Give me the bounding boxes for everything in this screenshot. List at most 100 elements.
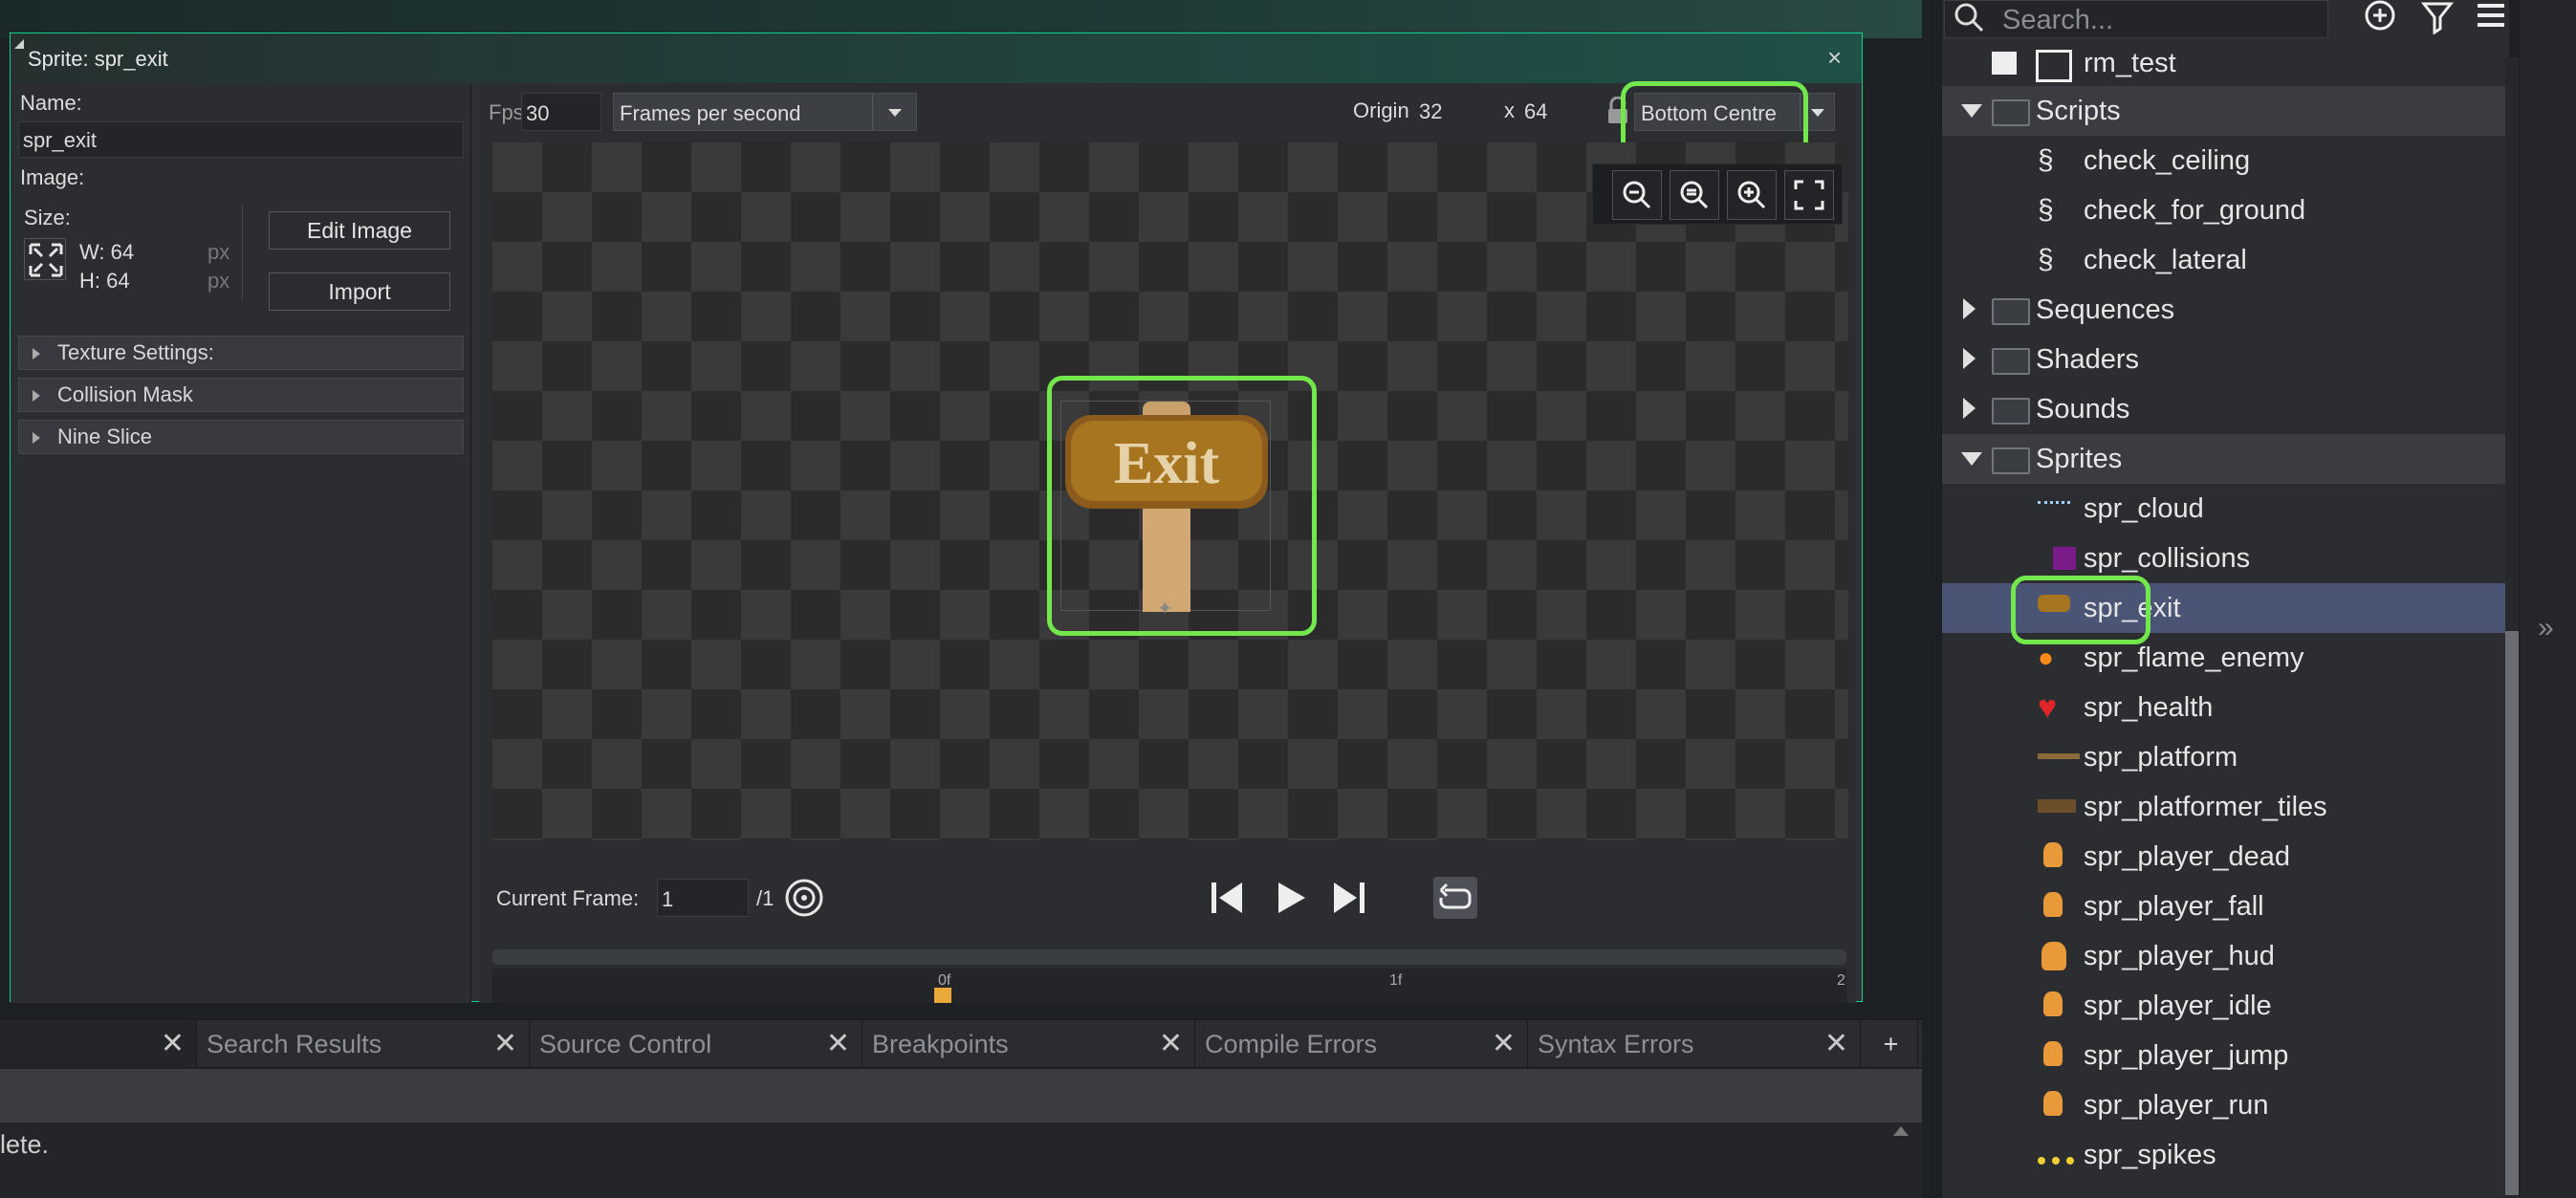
search-icon bbox=[1953, 1, 1985, 38]
first-frame-icon[interactable] bbox=[1208, 879, 1246, 917]
name-value: spr_exit bbox=[23, 128, 98, 152]
origin-label: Origin bbox=[1353, 98, 1409, 122]
close-icon[interactable]: ✕ bbox=[826, 1020, 850, 1068]
asset-spr-platform[interactable]: spr_platform bbox=[1942, 732, 2506, 782]
add-icon[interactable] bbox=[2363, 0, 2397, 39]
sprite-canvas[interactable]: Exit ✦ bbox=[492, 142, 1848, 840]
player-sprite-icon bbox=[2041, 942, 2066, 970]
asset-rm-test[interactable]: rm_test bbox=[1942, 38, 2506, 88]
tab-breakpoints[interactable]: Breakpoints ✕ bbox=[862, 1020, 1195, 1068]
asset-spr-spikes[interactable]: spr_spikes bbox=[1942, 1130, 2506, 1180]
output-console: lete. bbox=[0, 1122, 1922, 1198]
zoom-reset-icon[interactable] bbox=[1670, 170, 1719, 220]
edit-image-button[interactable]: Edit Image bbox=[269, 211, 450, 250]
asset-spr-player-idle[interactable]: spr_player_idle bbox=[1942, 981, 2506, 1031]
asset-spr-player-fall[interactable]: spr_player_fall bbox=[1942, 882, 2506, 931]
current-frame-value: 1 bbox=[662, 887, 674, 911]
zoom-out-icon[interactable] bbox=[1612, 170, 1662, 220]
close-icon[interactable]: ✕ bbox=[161, 1020, 185, 1068]
asset-spr-player-run[interactable]: spr_player_run bbox=[1942, 1080, 2506, 1130]
script-icon: § bbox=[2038, 194, 2054, 226]
tab-label: Compile Errors bbox=[1205, 1030, 1378, 1058]
asset-label: spr_health bbox=[2084, 692, 2214, 723]
grid-icon bbox=[2036, 50, 2072, 82]
player-sprite-icon bbox=[2043, 1041, 2063, 1066]
player-sprite-icon bbox=[2043, 991, 2063, 1016]
collision-mask-section[interactable]: Collision Mask bbox=[18, 378, 464, 412]
origin-y-label: x bbox=[1504, 98, 1515, 122]
tab-source-control[interactable]: Source Control ✕ bbox=[530, 1020, 862, 1068]
onion-skin-icon[interactable] bbox=[783, 877, 825, 919]
tab-syntax-errors[interactable]: Syntax Errors ✕ bbox=[1528, 1020, 1861, 1068]
asset-label: spr_spikes bbox=[2084, 1140, 2216, 1170]
nine-slice-section[interactable]: Nine Slice bbox=[18, 420, 464, 454]
timeline-scrubber[interactable] bbox=[492, 949, 1846, 965]
tab-label: Source Control bbox=[539, 1030, 712, 1058]
menu-icon[interactable] bbox=[2474, 0, 2508, 39]
play-icon[interactable] bbox=[1271, 879, 1309, 917]
scroll-up-icon[interactable] bbox=[1893, 1126, 1909, 1136]
asset-spr-cloud[interactable]: spr_cloud bbox=[1942, 484, 2506, 534]
import-button[interactable]: Import bbox=[269, 272, 450, 311]
asset-spr-platformer-tiles[interactable]: spr_platformer_tiles bbox=[1942, 782, 2506, 832]
last-frame-icon[interactable] bbox=[1330, 879, 1368, 917]
asset-spr-player-dead[interactable]: spr_player_dead bbox=[1942, 832, 2506, 882]
expand-icon bbox=[33, 432, 40, 444]
folder-sprites[interactable]: Sprites bbox=[1942, 434, 2506, 484]
asset-label: check_lateral bbox=[2084, 245, 2247, 275]
chevron-down-icon bbox=[1961, 452, 1982, 466]
scrollbar-thumb[interactable] bbox=[2505, 631, 2519, 1195]
fit-screen-icon[interactable] bbox=[1784, 170, 1834, 220]
origin-x-input[interactable]: 32 bbox=[1418, 93, 1495, 131]
origin-y-input[interactable]: 64 bbox=[1523, 93, 1600, 131]
folder-sounds[interactable]: Sounds bbox=[1942, 384, 2506, 434]
asset-check-for-ground[interactable]: § check_for_ground bbox=[1942, 185, 2506, 235]
expand-panel-icon[interactable]: » bbox=[2538, 612, 2554, 644]
asset-check-ceiling[interactable]: § check_ceiling bbox=[1942, 136, 2506, 185]
folder-icon bbox=[1992, 398, 2030, 425]
texture-settings-section[interactable]: Texture Settings: bbox=[18, 336, 464, 370]
collapsed-side-panel: » bbox=[2521, 0, 2576, 1198]
asset-spr-player-jump[interactable]: spr_player_jump bbox=[1942, 1031, 2506, 1080]
asset-spr-player-hud[interactable]: spr_player_hud bbox=[1942, 931, 2506, 981]
tab-output[interactable]: ✕ bbox=[0, 1020, 197, 1068]
height-unit: px bbox=[207, 269, 230, 293]
fps-mode-dropdown[interactable]: Frames per second bbox=[613, 93, 917, 131]
folder-icon bbox=[1992, 99, 2030, 126]
close-icon[interactable]: × bbox=[1827, 43, 1842, 73]
tab-compile-errors[interactable]: Compile Errors ✕ bbox=[1195, 1020, 1528, 1068]
close-icon[interactable]: ✕ bbox=[1824, 1020, 1848, 1068]
asset-spr-health[interactable]: ♥ spr_health bbox=[1942, 683, 2506, 732]
zoom-toolbar bbox=[1592, 163, 1843, 225]
asset-label: spr_player_jump bbox=[2084, 1040, 2289, 1071]
zoom-in-icon[interactable] bbox=[1727, 170, 1777, 220]
output-toolbar bbox=[0, 1069, 1922, 1122]
timeline-track[interactable]: 0f 1f 2 bbox=[492, 969, 1846, 1003]
tab-search-results[interactable]: Search Results ✕ bbox=[197, 1020, 530, 1068]
folder-scripts[interactable]: Scripts bbox=[1942, 86, 2506, 136]
spikes-sprite-icon bbox=[2038, 1157, 2074, 1174]
window-titlebar[interactable]: Sprite: spr_exit × bbox=[11, 33, 1862, 83]
folder-shaders[interactable]: Shaders bbox=[1942, 335, 2506, 384]
close-icon[interactable]: ✕ bbox=[1159, 1020, 1183, 1068]
chevron-down-icon bbox=[1961, 104, 1982, 118]
playhead-icon[interactable] bbox=[934, 988, 951, 1003]
loop-icon[interactable] bbox=[1433, 877, 1477, 919]
close-icon[interactable]: ✕ bbox=[1492, 1020, 1516, 1068]
player-sprite-icon bbox=[2043, 892, 2063, 917]
add-tab-button[interactable]: + bbox=[1865, 1020, 1918, 1068]
folder-sequences[interactable]: Sequences bbox=[1942, 285, 2506, 335]
filter-icon[interactable] bbox=[2420, 0, 2455, 39]
name-input[interactable]: spr_exit bbox=[18, 121, 464, 158]
search-input[interactable]: Search... bbox=[1944, 0, 2328, 38]
close-icon[interactable]: ✕ bbox=[493, 1020, 517, 1068]
fps-input[interactable]: 30 bbox=[521, 93, 601, 131]
timeline-tick: 1f bbox=[1389, 972, 1403, 989]
resize-icon[interactable] bbox=[24, 238, 66, 280]
resize-grip-icon bbox=[14, 39, 24, 49]
current-frame-input[interactable]: 1 bbox=[657, 879, 749, 917]
expand-icon bbox=[33, 348, 40, 359]
player-sprite-icon bbox=[2043, 1091, 2063, 1116]
asset-check-lateral[interactable]: § check_lateral bbox=[1942, 235, 2506, 285]
output-tab-bar: ✕ Search Results ✕ Source Control ✕ Breakp… bbox=[0, 1019, 1922, 1068]
